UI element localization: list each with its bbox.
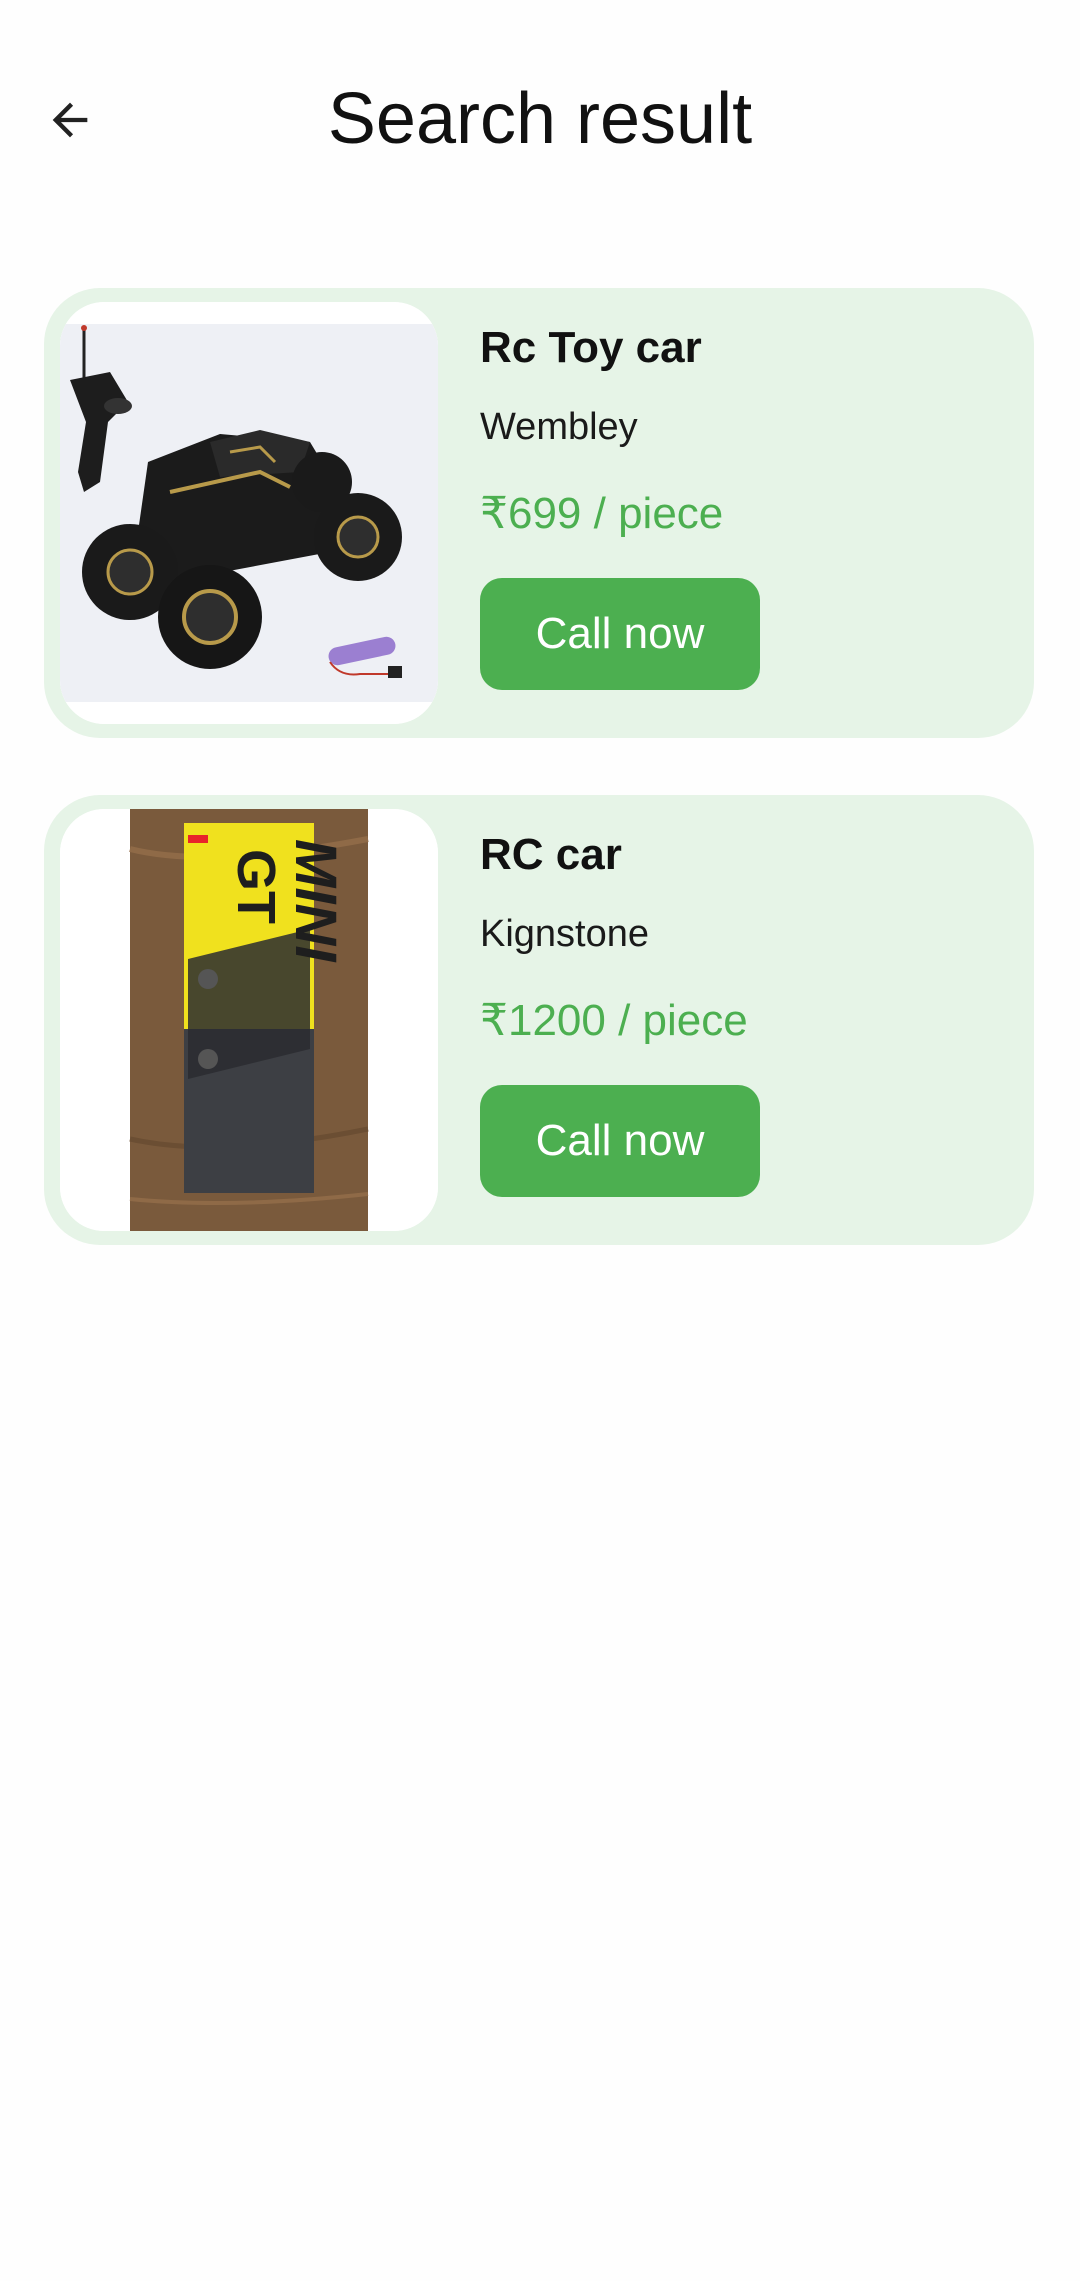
call-now-button[interactable]: Call now [480,578,760,690]
product-image [60,302,438,724]
store-name: Kignstone [480,913,650,955]
product-name: RC car [480,830,622,879]
svg-text:GT: GT [226,849,286,924]
product-image: MINI GT [60,809,438,1231]
product-price: ₹1200 / piece [480,996,748,1045]
result-card: MINI GT RC car Kignstone ₹1200 / piece C… [44,795,1034,1245]
svg-text:MINI: MINI [283,839,348,963]
call-now-button[interactable]: Call now [480,1085,760,1197]
product-name: Rc Toy car [480,323,702,372]
store-name: Wembley [480,406,638,448]
result-card: Rc Toy car Wembley ₹699 / piece Call now [44,288,1034,738]
product-price: ₹699 / piece [480,489,724,538]
result-info: Rc Toy car Wembley ₹699 / piece Call now [480,288,1000,738]
page-title: Search result [327,79,753,159]
result-info: RC car Kignstone ₹1200 / piece Call now [480,795,1000,1245]
app-header: Search result [0,0,1080,240]
